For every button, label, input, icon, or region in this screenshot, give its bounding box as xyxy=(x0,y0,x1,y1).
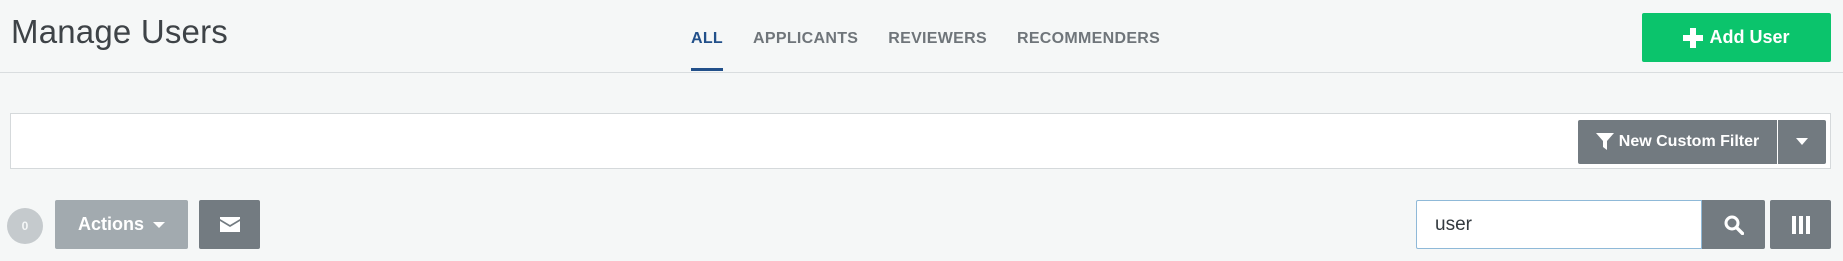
page-title: Manage Users xyxy=(11,13,228,50)
search-input[interactable] xyxy=(1416,200,1702,249)
tab-applicants[interactable]: APPLICANTS xyxy=(753,0,858,72)
tab-label: ALL xyxy=(691,30,724,47)
selected-count-badge: 0 xyxy=(7,208,43,244)
tab-all[interactable]: ALL xyxy=(691,0,724,72)
search-icon xyxy=(1724,215,1744,235)
column-settings-button[interactable] xyxy=(1770,200,1831,249)
email-users-button[interactable] xyxy=(199,200,260,249)
search-button[interactable] xyxy=(1702,200,1765,249)
caret-down-icon xyxy=(1796,138,1808,145)
filter-dropdown-button[interactable] xyxy=(1778,120,1826,164)
tab-label: RECOMMENDERS xyxy=(1016,30,1161,47)
add-user-button[interactable]: Add User xyxy=(1642,13,1831,62)
filter-bar xyxy=(10,113,1831,169)
tab-label: APPLICANTS xyxy=(753,30,859,47)
envelope-icon xyxy=(219,217,240,232)
caret-down-icon xyxy=(153,221,165,228)
new-custom-filter-label: New Custom Filter xyxy=(1618,133,1760,150)
new-custom-filter-button[interactable]: New Custom Filter xyxy=(1578,120,1777,164)
plus-icon xyxy=(1683,27,1704,48)
add-user-label: Add User xyxy=(1709,27,1790,47)
user-type-tabs: ALL APPLICANTS REVIEWERS RECOMMENDERS xyxy=(691,0,1190,72)
columns-icon xyxy=(1791,215,1810,234)
tab-reviewers[interactable]: REVIEWERS xyxy=(888,0,987,72)
header-divider xyxy=(0,72,1843,73)
filter-icon xyxy=(1595,133,1614,150)
actions-dropdown-button[interactable]: Actions xyxy=(55,200,188,249)
tab-label: REVIEWERS xyxy=(888,30,987,47)
manage-users-page: Manage Users ALL APPLICANTS REVIEWERS RE… xyxy=(0,0,1843,261)
tab-recommenders[interactable]: RECOMMENDERS xyxy=(1017,0,1160,72)
actions-label: Actions xyxy=(77,214,144,234)
